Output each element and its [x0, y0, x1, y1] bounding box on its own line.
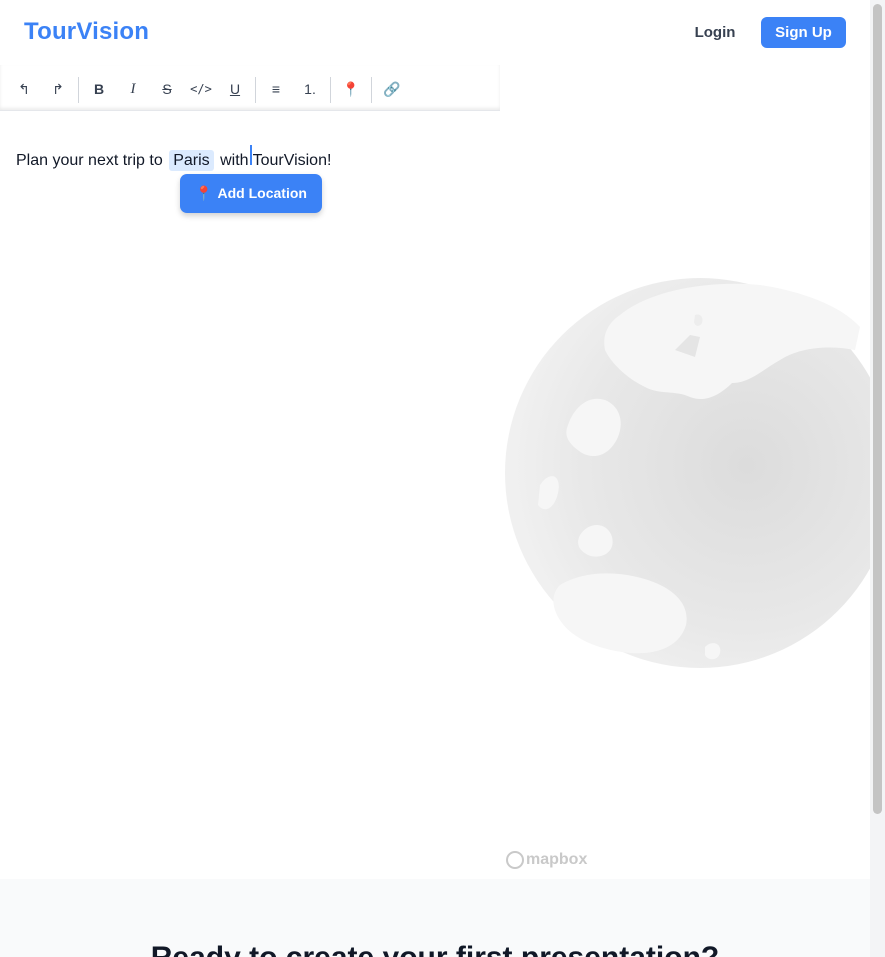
editor-content[interactable]: Plan your next trip to Paris with TourVis…: [16, 145, 332, 171]
mapbox-icon: [506, 851, 524, 869]
mapbox-attribution: mapbox: [526, 851, 588, 868]
code-button[interactable]: </>: [186, 77, 216, 101]
rich-text-editor: ↰ ↱ B I S </> U ≡ 1. 📍 🔗 Plan your next …: [0, 65, 500, 879]
scrollbar-thumb[interactable]: [873, 4, 882, 814]
editor-text: TourVision!: [252, 152, 332, 169]
strikethrough-button[interactable]: S: [154, 77, 180, 101]
underline-button[interactable]: U: [222, 77, 248, 101]
login-link[interactable]: Login: [681, 22, 749, 44]
globe-graphic: [505, 278, 870, 668]
signup-button[interactable]: Sign Up: [761, 17, 846, 48]
bullet-list-button[interactable]: ≡: [263, 77, 289, 101]
globe-map[interactable]: mapbox: [500, 65, 870, 879]
mapbox-logo[interactable]: mapbox: [506, 849, 587, 871]
editor-text: with: [220, 152, 249, 169]
toolbar-divider: [330, 77, 331, 103]
toolbar-divider: [78, 77, 79, 103]
location-chip[interactable]: Paris: [169, 150, 214, 171]
editor-toolbar: ↰ ↱ B I S </> U ≡ 1. 📍 🔗: [0, 65, 500, 111]
editor-text: Plan your next trip to: [16, 152, 163, 169]
map-pin-icon: 📍: [195, 185, 213, 201]
top-nav: TourVision Login Sign Up: [0, 0, 870, 66]
ordered-list-button[interactable]: 1.: [297, 77, 323, 101]
location-pin-button[interactable]: 📍: [338, 77, 364, 101]
undo-button[interactable]: ↰: [11, 77, 37, 101]
link-button[interactable]: 🔗: [379, 77, 405, 101]
bold-button[interactable]: B: [86, 77, 112, 101]
cta-heading: Ready to create your first presentation?: [0, 941, 870, 957]
app-logo[interactable]: TourVision: [24, 18, 149, 46]
text-cursor: [249, 145, 252, 165]
italic-button[interactable]: I: [120, 77, 146, 101]
add-location-button[interactable]: 📍 Add Location: [180, 174, 322, 213]
cta-section: Ready to create your first presentation?: [0, 879, 870, 957]
redo-button[interactable]: ↱: [45, 77, 71, 101]
add-location-label: Add Location: [217, 185, 307, 201]
page-scrollbar[interactable]: [870, 0, 885, 957]
toolbar-divider: [255, 77, 256, 103]
toolbar-divider: [371, 77, 372, 103]
